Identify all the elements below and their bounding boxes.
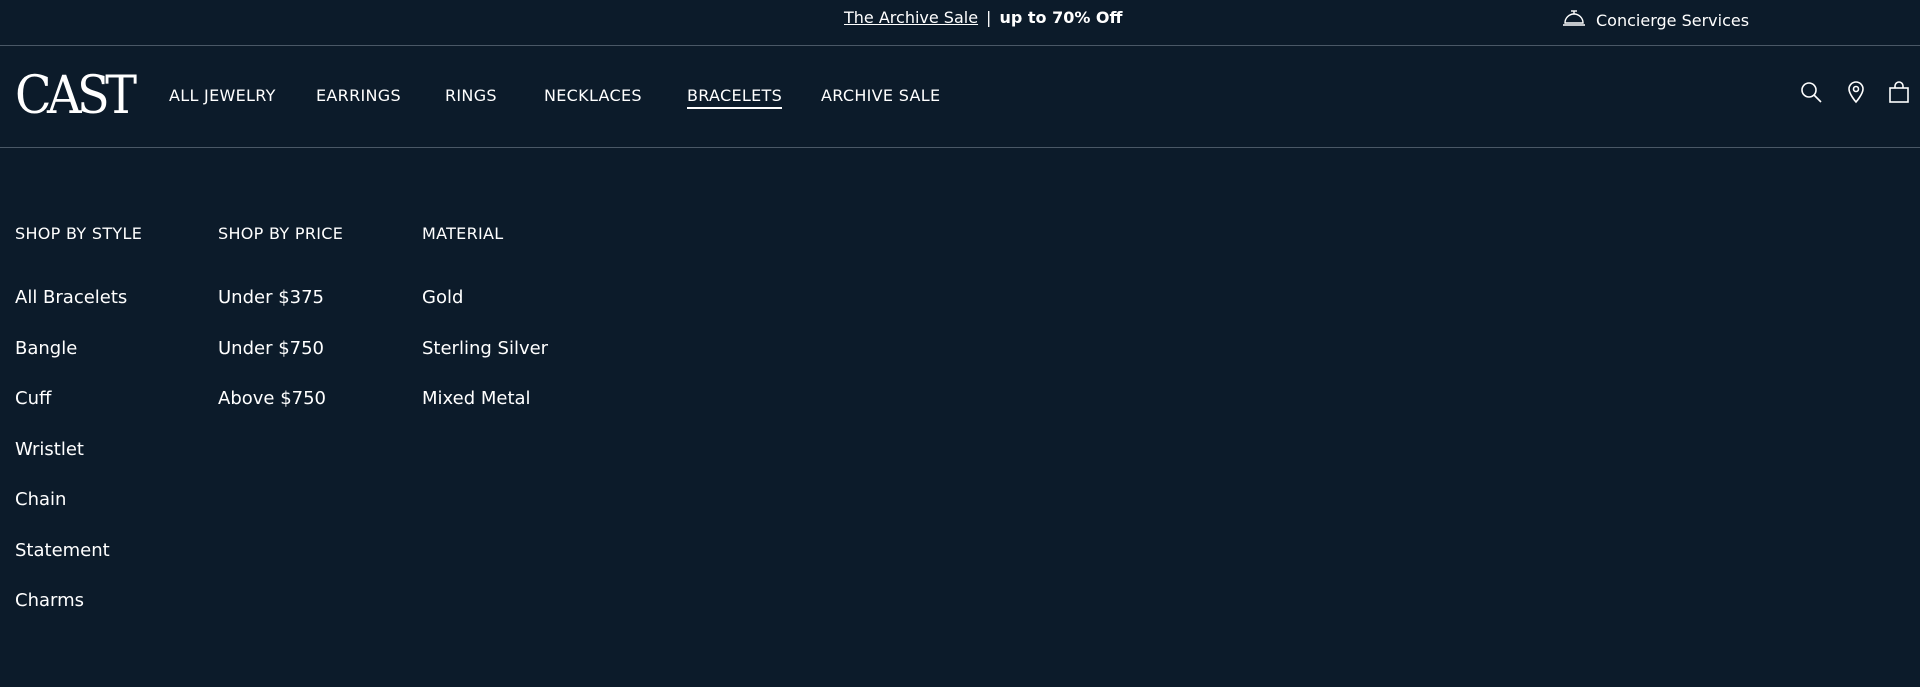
concierge-services-link[interactable]: Concierge Services (1562, 8, 1749, 32)
menu-link[interactable]: Statement (15, 539, 142, 590)
concierge-label: Concierge Services (1596, 10, 1750, 30)
search-icon[interactable] (1799, 80, 1823, 108)
menu-link[interactable]: All Bracelets (15, 286, 142, 337)
column-heading: SHOP BY PRICE (218, 224, 344, 243)
menu-link[interactable]: Above $750 (218, 387, 343, 438)
nav-item-all-jewelry[interactable]: ALL JEWELRY (169, 86, 276, 105)
bracelets-mega-menu: SHOP BY STYLE All Bracelets Bangle Cuff … (0, 148, 1920, 686)
menu-column-price: SHOP BY PRICE Under $375 Under $750 Abov… (218, 224, 343, 438)
location-icon[interactable] (1846, 80, 1866, 108)
menu-column-style: SHOP BY STYLE All Bracelets Bangle Cuff … (15, 224, 142, 640)
service-bell-icon (1562, 8, 1586, 32)
menu-link[interactable]: Wristlet (15, 438, 142, 489)
shopping-bag-icon[interactable] (1888, 80, 1910, 108)
column-heading: SHOP BY STYLE (15, 224, 143, 243)
nav-item-archive-sale[interactable]: ARCHIVE SALE (821, 86, 940, 105)
menu-link[interactable]: Gold (422, 286, 548, 337)
announcement-separator: | (986, 8, 992, 27)
announcement-bar: The Archive Sale | up to 70% Off Concier… (0, 0, 1920, 46)
brand-logo[interactable]: CAST (15, 68, 137, 124)
archive-sale-link[interactable]: The Archive Sale (844, 8, 978, 27)
menu-column-material: MATERIAL Gold Sterling Silver Mixed Meta… (422, 224, 548, 438)
main-navigation: CAST ALL JEWELRY EARRINGS RINGS NECKLACE… (0, 46, 1920, 148)
nav-item-earrings[interactable]: EARRINGS (316, 86, 401, 105)
column-heading: MATERIAL (422, 224, 504, 243)
announcement-message: The Archive Sale | up to 70% Off (844, 8, 1123, 27)
menu-link[interactable]: Cuff (15, 387, 142, 438)
menu-link[interactable]: Mixed Metal (422, 387, 548, 438)
menu-link[interactable]: Under $375 (218, 286, 343, 337)
menu-link[interactable]: Bangle (15, 337, 142, 388)
menu-link[interactable]: Sterling Silver (422, 337, 548, 388)
menu-link[interactable]: Charms (15, 589, 142, 640)
announcement-offer: up to 70% Off (999, 8, 1123, 27)
nav-item-bracelets[interactable]: BRACELETS (687, 86, 783, 109)
menu-link[interactable]: Chain (15, 488, 142, 539)
menu-link[interactable]: Under $750 (218, 337, 343, 388)
nav-item-necklaces[interactable]: NECKLACES (544, 86, 642, 105)
nav-item-rings[interactable]: RINGS (445, 86, 497, 105)
